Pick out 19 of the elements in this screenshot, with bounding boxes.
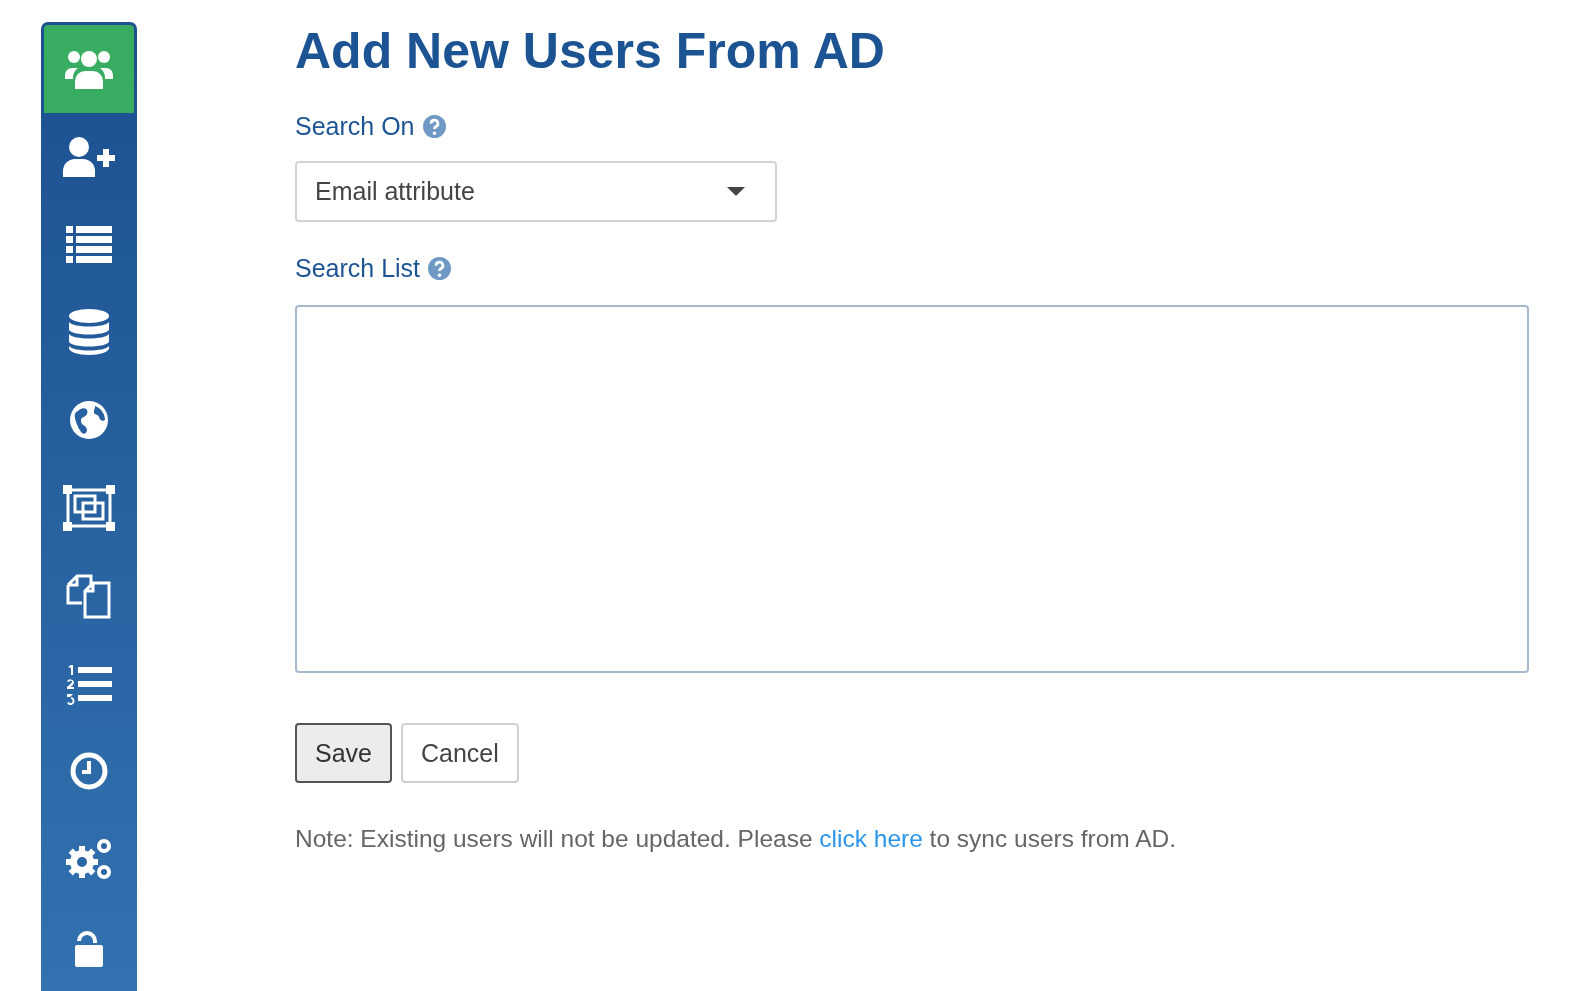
numbered-list-icon — [66, 662, 112, 705]
frames-icon — [63, 484, 115, 531]
caret-icon — [727, 187, 745, 196]
field-label: Search List — [295, 254, 421, 283]
cancel-button[interactable]: Cancel — [401, 723, 519, 783]
help-icon[interactable] — [428, 257, 452, 280]
save-button[interactable]: Save — [295, 723, 392, 783]
field-label: Search On — [295, 112, 415, 141]
note-text: Note: Existing users will not be updated. Please click here to sync users from AD. — [295, 825, 1177, 853]
database-icon — [69, 309, 109, 356]
clock-icon — [69, 751, 109, 792]
documents-icon — [66, 572, 112, 619]
add-user-icon — [63, 136, 115, 177]
search-on-dropdown[interactable]: Email attribute — [295, 161, 777, 222]
list-icon — [66, 225, 112, 264]
page-title: Add New Users From AD — [295, 22, 885, 80]
help-icon[interactable] — [422, 115, 446, 138]
search-list-field[interactable] — [295, 305, 1529, 673]
globe-icon — [69, 400, 109, 441]
